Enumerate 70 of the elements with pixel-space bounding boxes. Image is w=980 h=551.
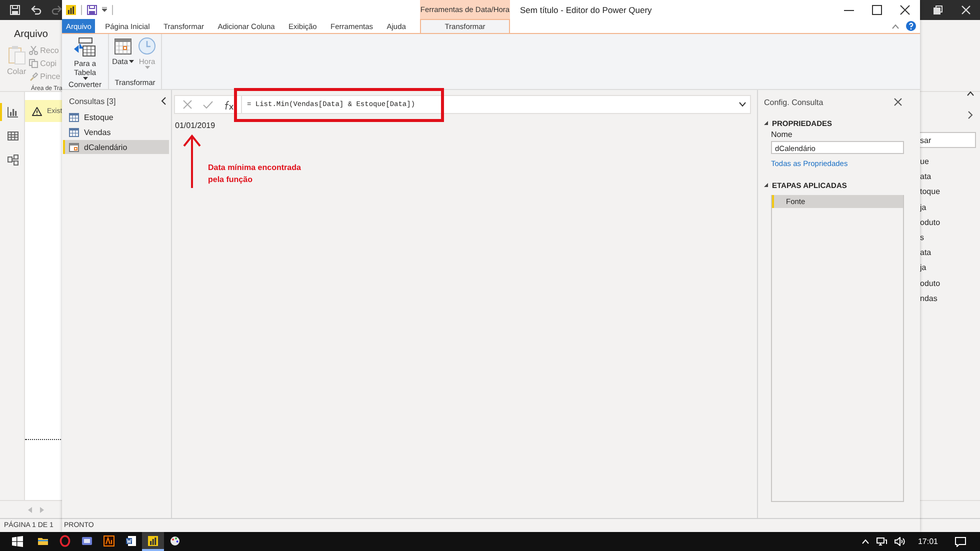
scissors-icon <box>29 46 38 54</box>
field-item[interactable]: ja <box>920 202 926 218</box>
triangle-icon[interactable] <box>764 183 768 187</box>
palette-icon <box>169 534 181 546</box>
customize-caret-icon[interactable] <box>102 7 107 12</box>
chevron-right-icon[interactable] <box>968 111 973 119</box>
collapse-ribbon-icon[interactable] <box>892 24 899 28</box>
search-field[interactable]: sar <box>920 132 976 148</box>
calendar-icon <box>114 37 132 55</box>
field-item[interactable]: ata <box>920 248 932 264</box>
taskbar-button[interactable] <box>142 532 164 551</box>
calendar-icon <box>69 142 79 152</box>
file-tab[interactable]: Arquivo <box>14 29 48 40</box>
save-icon[interactable] <box>87 4 97 14</box>
field-item[interactable]: toque <box>920 187 940 203</box>
field-item[interactable]: ue <box>920 157 929 172</box>
arrow-up-icon <box>183 134 201 188</box>
report-view-icon <box>7 106 19 118</box>
help-icon[interactable] <box>906 21 916 31</box>
pane-title: Config. Consulta <box>764 98 824 106</box>
annotation-text: Data mínima encontrada pela função <box>208 162 302 186</box>
table-icon <box>69 112 79 122</box>
bar-chart-icon <box>147 534 159 546</box>
bar-chart-icon[interactable] <box>66 4 76 14</box>
expand-icon[interactable] <box>739 102 746 107</box>
query-item[interactable]: dCalendário <box>63 140 169 154</box>
app-icon <box>81 534 93 546</box>
result-value: 01/01/2019 <box>174 121 216 130</box>
table-icon <box>69 128 79 136</box>
brush-icon <box>29 72 38 80</box>
caret-icon <box>144 66 150 69</box>
field-item[interactable]: oduto <box>920 278 940 294</box>
square-app-icon <box>103 534 115 546</box>
warning-icon <box>32 106 42 116</box>
model-view-icon <box>7 154 19 166</box>
check-icon[interactable] <box>203 100 213 108</box>
collapse-icon[interactable] <box>967 91 974 96</box>
notification-icon[interactable] <box>955 536 966 546</box>
field-item[interactable]: s <box>920 232 924 248</box>
document-icon <box>125 534 137 546</box>
table-convert-icon <box>74 37 96 57</box>
query-item[interactable]: Estoque <box>63 110 169 124</box>
collapse-pane-icon[interactable] <box>161 97 166 105</box>
network-icon[interactable] <box>876 537 887 546</box>
undo-icon[interactable] <box>30 4 42 16</box>
clock[interactable]: 17:01 <box>918 537 938 546</box>
copy-icon <box>29 58 38 68</box>
field-label: Nome <box>771 130 792 139</box>
volume-icon[interactable] <box>894 537 905 546</box>
maximize-icon[interactable] <box>872 4 882 14</box>
window-title: Sem título - Editor do Power Query <box>520 4 652 14</box>
triangle-icon[interactable] <box>764 121 768 125</box>
restore-icon[interactable] <box>933 5 943 15</box>
clipboard-icon <box>8 45 26 65</box>
pane-title: Consultas [3] <box>69 96 116 106</box>
query-item[interactable]: Vendas <box>63 125 169 139</box>
ring-icon <box>59 534 71 546</box>
start-icon[interactable] <box>12 536 23 547</box>
field-item[interactable]: ja <box>920 263 926 278</box>
field-item[interactable]: ndas <box>920 294 938 309</box>
chevron-up-icon[interactable] <box>862 539 869 544</box>
field-item[interactable]: oduto <box>920 218 940 233</box>
close-icon[interactable] <box>900 4 910 14</box>
caret-icon <box>82 77 88 80</box>
clock-icon <box>138 37 156 55</box>
field-item[interactable]: ata <box>920 172 932 188</box>
data-view-icon <box>7 130 19 142</box>
close-icon[interactable] <box>894 98 902 106</box>
function-icon[interactable] <box>224 100 234 110</box>
caret-icon <box>128 60 134 63</box>
